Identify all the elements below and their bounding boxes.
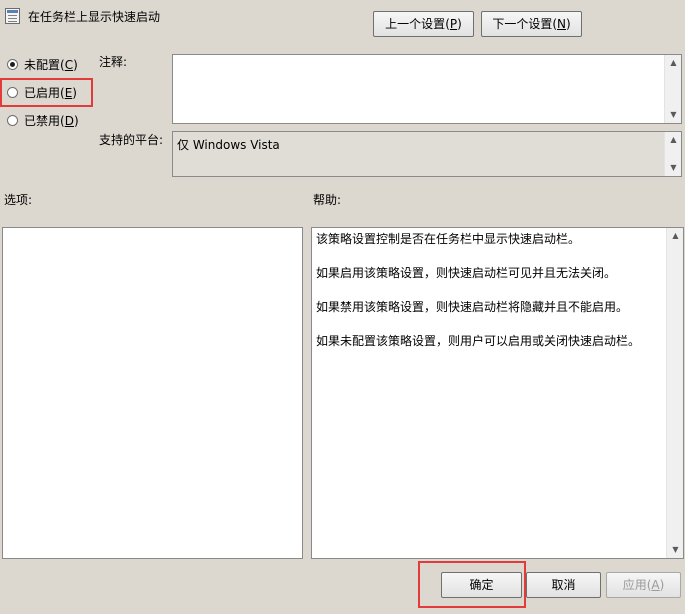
next-setting-button[interactable]: 下一个设置(N) [481, 11, 582, 37]
radio-not-configured-label: 未配置 [24, 57, 61, 72]
help-scrollbar[interactable]: ▲ ▼ [666, 228, 683, 558]
radio-enabled[interactable]: 已启用(E) [7, 83, 77, 101]
apply-button[interactable]: 应用(A) [606, 572, 681, 598]
next-setting-accel: N [557, 17, 566, 31]
help-paragraph: 如果启用该策略设置，则快速启动栏可见并且无法关闭。 [316, 266, 617, 280]
radio-enabled-accel: E [64, 85, 73, 100]
help-panel: 该策略设置控制是否在任务栏中显示快速启动栏。 如果启用该策略设置，则快速启动栏可… [311, 227, 684, 559]
previous-setting-label: 上一个设置 [385, 17, 446, 31]
radio-button[interactable] [7, 114, 18, 126]
window-title: 在任务栏上显示快速启动 [28, 10, 161, 24]
comment-textarea[interactable]: ▲ ▼ [172, 54, 682, 124]
options-label: 选项: [4, 193, 33, 207]
platform-scrollbar[interactable]: ▲ ▼ [664, 132, 681, 176]
scroll-up-arrow-icon[interactable]: ▲ [668, 228, 683, 244]
comment-scrollbar[interactable]: ▲ ▼ [664, 55, 681, 123]
next-setting-label: 下一个设置 [492, 17, 553, 31]
previous-setting-button[interactable]: 上一个设置(P) [373, 11, 474, 37]
scroll-up-arrow-icon[interactable]: ▲ [666, 132, 681, 148]
radio-disabled-accel: D [64, 113, 74, 128]
radio-button-checked[interactable] [7, 58, 18, 70]
policy-setting-dialog: 在任务栏上显示快速启动 上一个设置(P) 下一个设置(N) 未配置(C) 已启用… [0, 0, 685, 614]
scroll-down-arrow-icon[interactable]: ▼ [666, 160, 681, 176]
cancel-button[interactable]: 取消 [526, 572, 601, 598]
radio-button[interactable] [7, 86, 18, 98]
help-paragraph: 如果禁用该策略设置，则快速启动栏将隐藏并且不能启用。 [316, 300, 629, 314]
previous-setting-accel: P [449, 17, 458, 31]
options-panel [2, 227, 303, 559]
scroll-up-arrow-icon[interactable]: ▲ [666, 55, 681, 71]
ok-button[interactable]: 确定 [441, 572, 522, 598]
comment-label: 注释: [99, 55, 128, 69]
supported-platform-label: 支持的平台: [99, 133, 164, 147]
scroll-down-arrow-icon[interactable]: ▼ [668, 542, 683, 558]
supported-platform-field: 仅 Windows Vista ▲ ▼ [172, 131, 682, 177]
apply-accel: A [651, 578, 660, 592]
help-paragraph: 如果未配置该策略设置，则用户可以启用或关闭快速启动栏。 [316, 334, 641, 348]
help-paragraph: 该策略设置控制是否在任务栏中显示快速启动栏。 [316, 232, 581, 246]
radio-not-configured-accel: C [64, 57, 74, 72]
apply-label: 应用 [622, 578, 647, 592]
scroll-down-arrow-icon[interactable]: ▼ [666, 107, 681, 123]
policy-setting-icon [5, 8, 20, 24]
help-label: 帮助: [313, 193, 342, 207]
radio-disabled-label: 已禁用 [24, 113, 61, 128]
radio-not-configured[interactable]: 未配置(C) [7, 55, 78, 73]
radio-enabled-label: 已启用 [24, 85, 61, 100]
help-text: 该策略设置控制是否在任务栏中显示快速启动栏。 如果启用该策略设置，则快速启动栏可… [316, 231, 661, 367]
supported-platform-value: 仅 Windows Vista [177, 138, 280, 152]
radio-disabled[interactable]: 已禁用(D) [7, 111, 79, 129]
